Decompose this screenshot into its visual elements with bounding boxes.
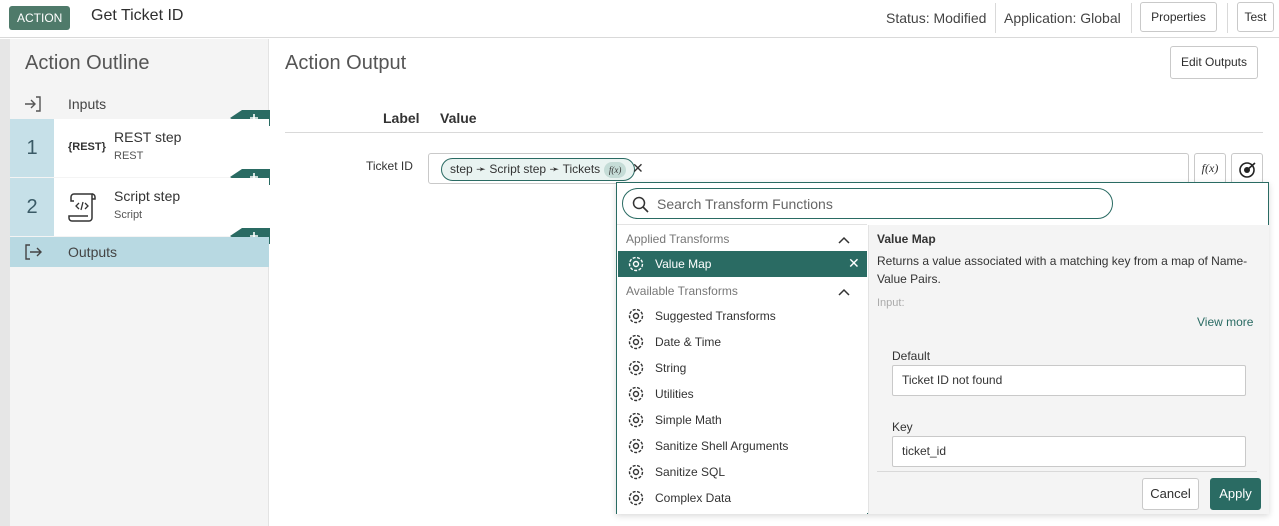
divider [285, 132, 1263, 133]
output-label: Ticket ID [366, 159, 413, 173]
transform-item[interactable]: Utilities [618, 381, 867, 407]
gear-icon [628, 412, 644, 428]
transform-item[interactable]: Sanitize SQL [618, 459, 867, 485]
transform-item[interactable]: String [618, 355, 867, 381]
transform-detail-panel: Value Map Returns a value associated wit… [868, 225, 1269, 514]
column-header-label: Label [383, 110, 420, 126]
transform-functions-popup: Applied Transforms Value Map ✕ Available… [616, 182, 1269, 514]
transform-label: Sanitize SQL [655, 465, 726, 479]
step-name: Script step [114, 188, 181, 204]
output-arrow-icon [25, 244, 42, 260]
data-pill[interactable]: step ➛ Script step ➛ Tickets f(x) [441, 158, 636, 181]
gear-icon [628, 490, 644, 506]
application-text: Application: Global [1004, 10, 1121, 26]
divider [1131, 3, 1132, 33]
transform-description: Returns a value associated with a matchi… [877, 254, 1248, 286]
search-box[interactable] [622, 188, 1113, 219]
sidebar-title: Action Outline [25, 52, 150, 74]
sidebar-item-label: Outputs [68, 244, 118, 260]
divider [1227, 3, 1228, 33]
search-input[interactable] [657, 194, 1097, 214]
transform-list: Applied Transforms Value Map ✕ Available… [617, 225, 867, 514]
transform-item[interactable]: Complex Data [618, 485, 867, 511]
transform-label: Sanitize Shell Arguments [655, 439, 789, 453]
gear-icon [628, 386, 644, 402]
status-text: Status: Modified [886, 10, 987, 26]
sidebar-item-outputs[interactable]: Outputs [10, 237, 269, 267]
data-picker-button[interactable] [1231, 153, 1263, 184]
edit-outputs-button[interactable]: Edit Outputs [1170, 46, 1258, 79]
fx-icon: f(x) [604, 161, 627, 178]
properties-button[interactable]: Properties [1140, 2, 1217, 32]
divider [995, 3, 996, 33]
rest-icon: {REST} [68, 141, 106, 153]
transform-detail-title: Value Map [877, 232, 936, 246]
left-gutter [0, 39, 10, 526]
transform-label: Complex Data [655, 491, 732, 505]
input-label: Input: [877, 297, 905, 309]
transform-label: Value Map [655, 257, 712, 271]
cancel-button[interactable]: Cancel [1142, 478, 1199, 510]
chevron-up-icon[interactable] [838, 236, 850, 244]
chevron-up-icon[interactable] [838, 288, 850, 296]
key-field-label: Key [892, 420, 913, 434]
column-header-value: Value [440, 110, 477, 126]
transform-label: Date & Time [655, 335, 722, 349]
transform-label: Simple Math [655, 413, 722, 427]
data-pill-text: step ➛ Script step ➛ Tickets [450, 162, 601, 176]
step-number: 1 [10, 119, 54, 177]
transform-label: Suggested Transforms [655, 309, 776, 323]
step-name: REST step [114, 129, 182, 145]
page-title: Get Ticket ID [91, 7, 184, 24]
applied-transforms-heading: Applied Transforms [626, 232, 730, 246]
transform-item[interactable]: Simple Math [618, 407, 867, 433]
test-button[interactable]: Test [1237, 2, 1274, 32]
key-field[interactable]: ticket_id [892, 436, 1246, 467]
applied-transform-item[interactable]: Value Map ✕ [618, 251, 867, 277]
default-field[interactable]: Ticket ID not found [892, 365, 1246, 396]
gear-icon [628, 438, 644, 454]
transform-item[interactable]: Suggested Transforms [618, 303, 867, 329]
gear-icon [628, 256, 644, 272]
available-transforms-heading: Available Transforms [626, 284, 738, 298]
output-value-field[interactable]: step ➛ Script step ➛ Tickets f(x) ✕ [428, 153, 1189, 184]
script-scroll-icon [68, 193, 96, 222]
step-number: 2 [10, 178, 54, 236]
gear-icon [628, 360, 644, 376]
step-type: Script [114, 209, 143, 221]
search-icon [632, 196, 649, 213]
input-arrow-icon [25, 96, 41, 112]
action-badge: ACTION [9, 6, 71, 30]
transform-label: Utilities [655, 387, 694, 401]
gear-icon [628, 334, 644, 350]
remove-pill-icon[interactable]: ✕ [632, 160, 644, 177]
action-outline-sidebar: Action Outline Inputs 1 {REST} REST step… [10, 39, 270, 526]
step-type: REST [114, 150, 144, 162]
data-picker-icon [1239, 162, 1256, 178]
top-bar: ACTION Get Ticket ID Status: Modified Ap… [0, 0, 1279, 38]
transform-label: String [655, 361, 687, 375]
divider [877, 471, 1257, 472]
gear-icon [628, 308, 644, 324]
view-more-link[interactable]: View more [1197, 315, 1253, 329]
transform-function-button[interactable]: f(x) [1194, 153, 1226, 184]
sidebar-item-label: Inputs [68, 96, 107, 112]
default-field-label: Default [892, 349, 931, 363]
remove-transform-icon[interactable]: ✕ [848, 255, 860, 272]
section-title: Action Output [285, 52, 407, 74]
gear-icon [628, 464, 644, 480]
apply-button[interactable]: Apply [1210, 478, 1261, 510]
transform-item[interactable]: Date & Time [618, 329, 867, 355]
transform-item[interactable]: Sanitize Shell Arguments [618, 433, 867, 459]
